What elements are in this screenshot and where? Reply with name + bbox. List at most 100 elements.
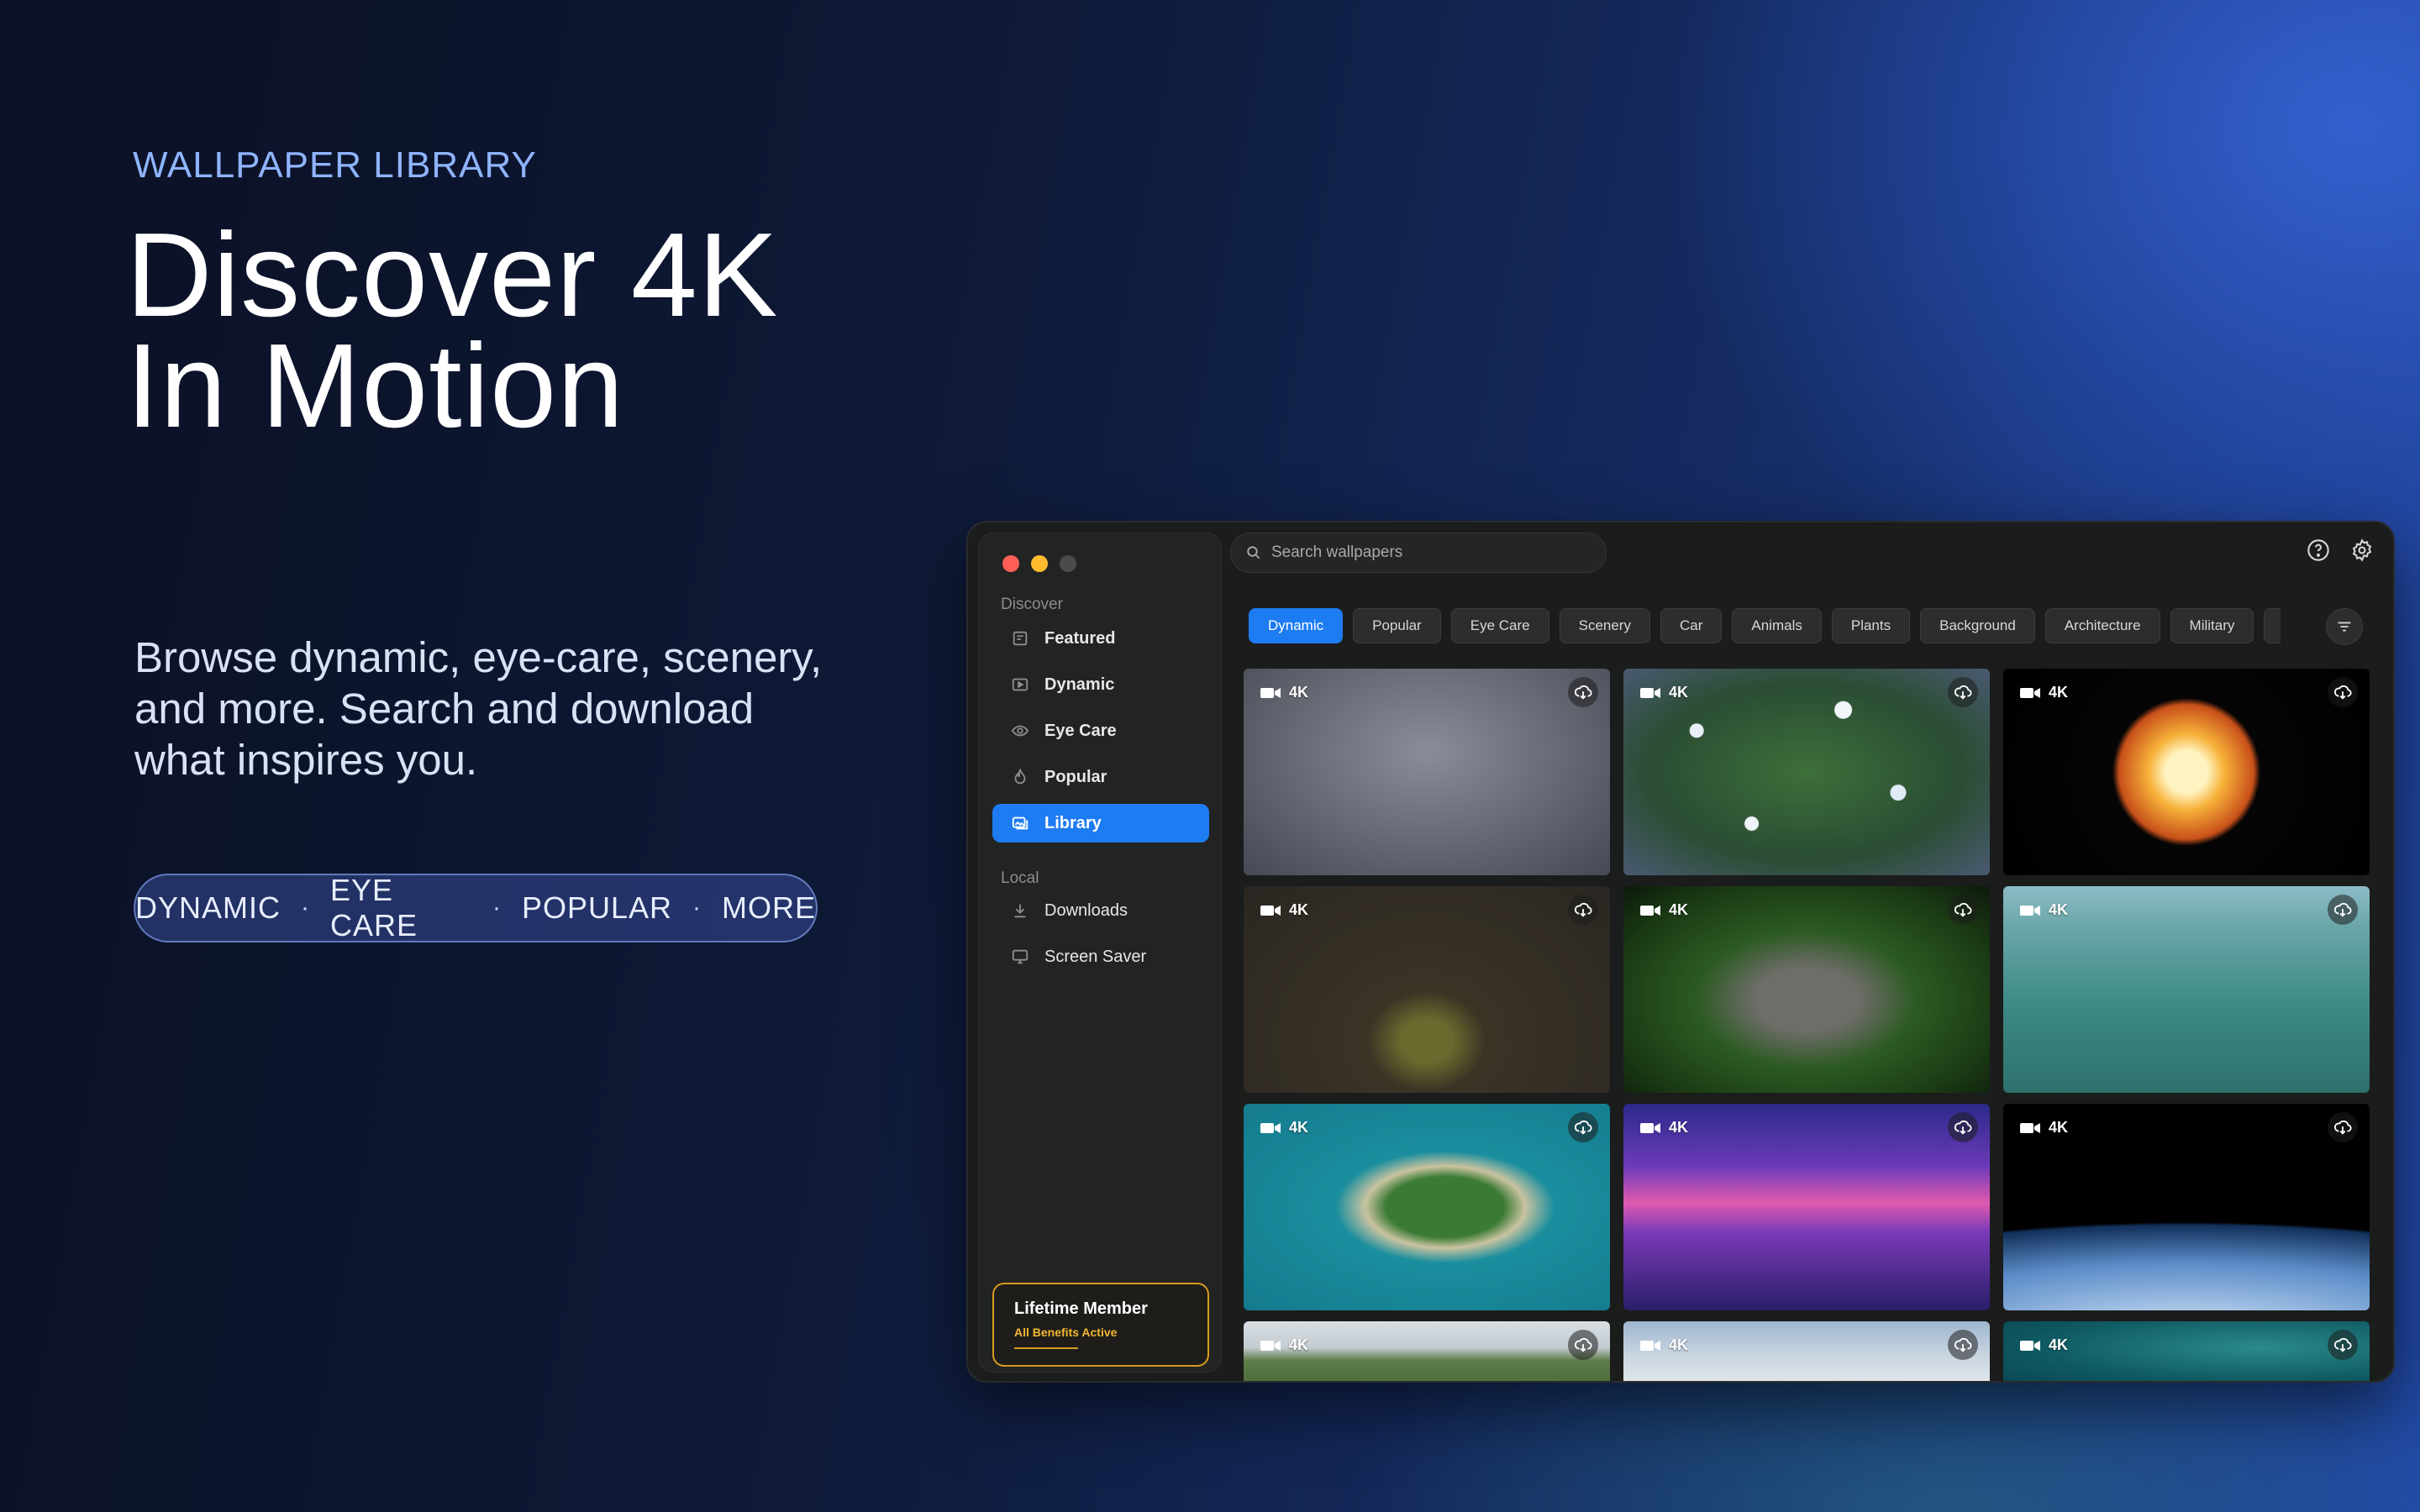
membership-title: Lifetime Member — [1014, 1299, 1148, 1318]
sidebar-item-dynamic[interactable]: Dynamic — [992, 665, 1209, 704]
cloud-download-icon — [2333, 902, 2352, 917]
download-icon — [1014, 904, 1026, 918]
cloud-download-icon — [1954, 1337, 1972, 1352]
window-controls — [1002, 555, 1076, 572]
cloud-download-button[interactable] — [1568, 677, 1598, 707]
cloud-download-button[interactable] — [1948, 677, 1978, 707]
search-bar[interactable] — [1230, 533, 1607, 573]
category-chip-animals[interactable]: Animals — [1732, 608, 1822, 643]
resolution-badge: 4K — [1640, 684, 1688, 701]
video-camera-icon — [2020, 687, 2040, 698]
eye-icon — [1011, 725, 1029, 737]
category-chip-dynamic[interactable]: Dynamic — [1249, 608, 1344, 643]
wallpaper-tile[interactable]: 4K — [2003, 1104, 2370, 1310]
resolution-label: 4K — [2049, 1119, 2069, 1136]
wallpaper-tile[interactable]: 4K — [1623, 1321, 1990, 1381]
eyebrow-label: WALLPAPER LIBRARY — [133, 144, 537, 186]
resolution-label: 4K — [1289, 1119, 1309, 1136]
membership-underline — [1014, 1347, 1078, 1349]
category-chip-sc[interactable]: Sc — [2264, 608, 2281, 643]
wallpaper-tile[interactable]: 4K — [1623, 1104, 1990, 1310]
category-chip-scenery[interactable]: Scenery — [1559, 608, 1650, 643]
zoom-window-button[interactable] — [1060, 555, 1076, 572]
resolution-label: 4K — [2049, 1336, 2069, 1353]
video-camera-icon — [2020, 1340, 2040, 1351]
cloud-download-button[interactable] — [1948, 1330, 1978, 1360]
feature-tags-pill: DYNAMIC · EYE CARE · POPULAR · MORE — [134, 873, 818, 942]
resolution-label: 4K — [1289, 1336, 1309, 1353]
wallpaper-tile[interactable]: 4K — [1244, 886, 1610, 1093]
resolution-label: 4K — [1669, 901, 1689, 918]
close-window-button[interactable] — [1002, 555, 1019, 572]
toolbar-actions — [2304, 536, 2376, 564]
cloud-download-icon — [1574, 1120, 1592, 1135]
settings-button[interactable] — [2348, 536, 2376, 564]
wallpaper-tile[interactable]: 4K — [1244, 1104, 1610, 1310]
help-button[interactable] — [2304, 536, 2333, 564]
sidebar-item-downloads[interactable]: Downloads — [992, 891, 1209, 930]
sidebar-item-label: Popular — [1044, 767, 1107, 786]
cloud-download-button[interactable] — [2328, 677, 2358, 707]
video-camera-icon — [1640, 905, 1660, 916]
membership-card[interactable]: Lifetime Member All Benefits Active — [992, 1283, 1209, 1367]
cloud-download-icon — [2333, 1337, 2352, 1352]
resolution-badge: 4K — [2020, 1336, 2068, 1354]
category-chip-eye-care[interactable]: Eye Care — [1450, 608, 1549, 643]
help-icon — [2307, 539, 2329, 561]
sidebar-item-eye-care[interactable]: Eye Care — [992, 711, 1209, 750]
category-chip-background[interactable]: Background — [1920, 608, 2035, 643]
sidebar-item-library[interactable]: Library — [992, 804, 1209, 843]
minimize-window-button[interactable] — [1031, 555, 1048, 572]
sidebar-item-screen-saver[interactable]: Screen Saver — [992, 937, 1209, 976]
wallpaper-tile[interactable]: 4K — [1244, 669, 1610, 875]
wallpaper-tile[interactable]: 4K — [1623, 669, 1990, 875]
wallpaper-tile[interactable]: 4K — [2003, 669, 2370, 875]
wallpaper-tile[interactable]: 4K — [1623, 886, 1990, 1093]
video-camera-icon — [1260, 905, 1281, 916]
category-chip-architecture[interactable]: Architecture — [2044, 608, 2160, 643]
headline-line-1: Discover 4K — [126, 208, 779, 342]
wallpaper-tile[interactable]: 4K — [2003, 886, 2370, 1093]
cloud-download-button[interactable] — [2328, 1330, 2358, 1360]
search-input[interactable] — [1271, 543, 1574, 562]
category-chip-popular[interactable]: Popular — [1353, 608, 1441, 643]
cloud-download-icon — [1574, 902, 1592, 917]
cloud-download-button[interactable] — [1948, 1112, 1978, 1142]
sidebar-item-featured[interactable]: Featured — [992, 619, 1209, 658]
sidebar-item-popular[interactable]: Popular — [992, 758, 1209, 796]
sidebar-item-label: Screen Saver — [1044, 947, 1147, 966]
wallpaper-tile[interactable]: 4K — [2003, 1321, 2370, 1381]
filter-button[interactable] — [2326, 608, 2363, 645]
headline: Discover 4K In Motion — [126, 208, 779, 453]
video-camera-icon — [1640, 687, 1660, 698]
resolution-label: 4K — [1669, 1336, 1689, 1353]
sidebar-item-label: Dynamic — [1044, 675, 1115, 694]
resolution-badge: 4K — [1260, 901, 1308, 919]
category-chip-plants[interactable]: Plants — [1831, 608, 1911, 643]
sidebar: Discover Featured Dynamic Eye Care Popul… — [978, 533, 1222, 1373]
cloud-download-button[interactable] — [2328, 895, 2358, 925]
resolution-label: 4K — [1289, 901, 1309, 918]
cloud-download-button[interactable] — [1568, 1330, 1598, 1360]
monitor-icon — [1012, 949, 1028, 964]
cloud-download-button[interactable] — [1568, 895, 1598, 925]
lede-text: Browse dynamic, eye-care, scenery, and m… — [134, 633, 823, 784]
cloud-download-button[interactable] — [1568, 1112, 1598, 1142]
cloud-download-button[interactable] — [1948, 895, 1978, 925]
video-camera-icon — [1640, 1122, 1660, 1133]
wallpaper-grid: 4K 4K 4K 4K 4K 4K 4K 4K 4K 4K 4K 4K — [1244, 669, 2378, 1381]
headline-line-2: In Motion — [126, 319, 625, 453]
tag-dynamic: DYNAMIC — [135, 890, 281, 925]
gear-icon — [2352, 538, 2372, 562]
resolution-badge: 4K — [1260, 684, 1308, 701]
cloud-download-icon — [2333, 1120, 2352, 1135]
resolution-badge: 4K — [1260, 1336, 1308, 1354]
wallpaper-tile[interactable]: 4K — [1244, 1321, 1610, 1381]
sidebar-section-local: Local — [1001, 869, 1039, 887]
category-chip-car[interactable]: Car — [1660, 608, 1723, 643]
cloud-download-button[interactable] — [2328, 1112, 2358, 1142]
sidebar-item-label: Eye Care — [1044, 721, 1117, 740]
category-chip-military[interactable]: Military — [2170, 608, 2254, 643]
resolution-badge: 4K — [2020, 684, 2068, 701]
video-camera-icon — [1260, 687, 1281, 698]
